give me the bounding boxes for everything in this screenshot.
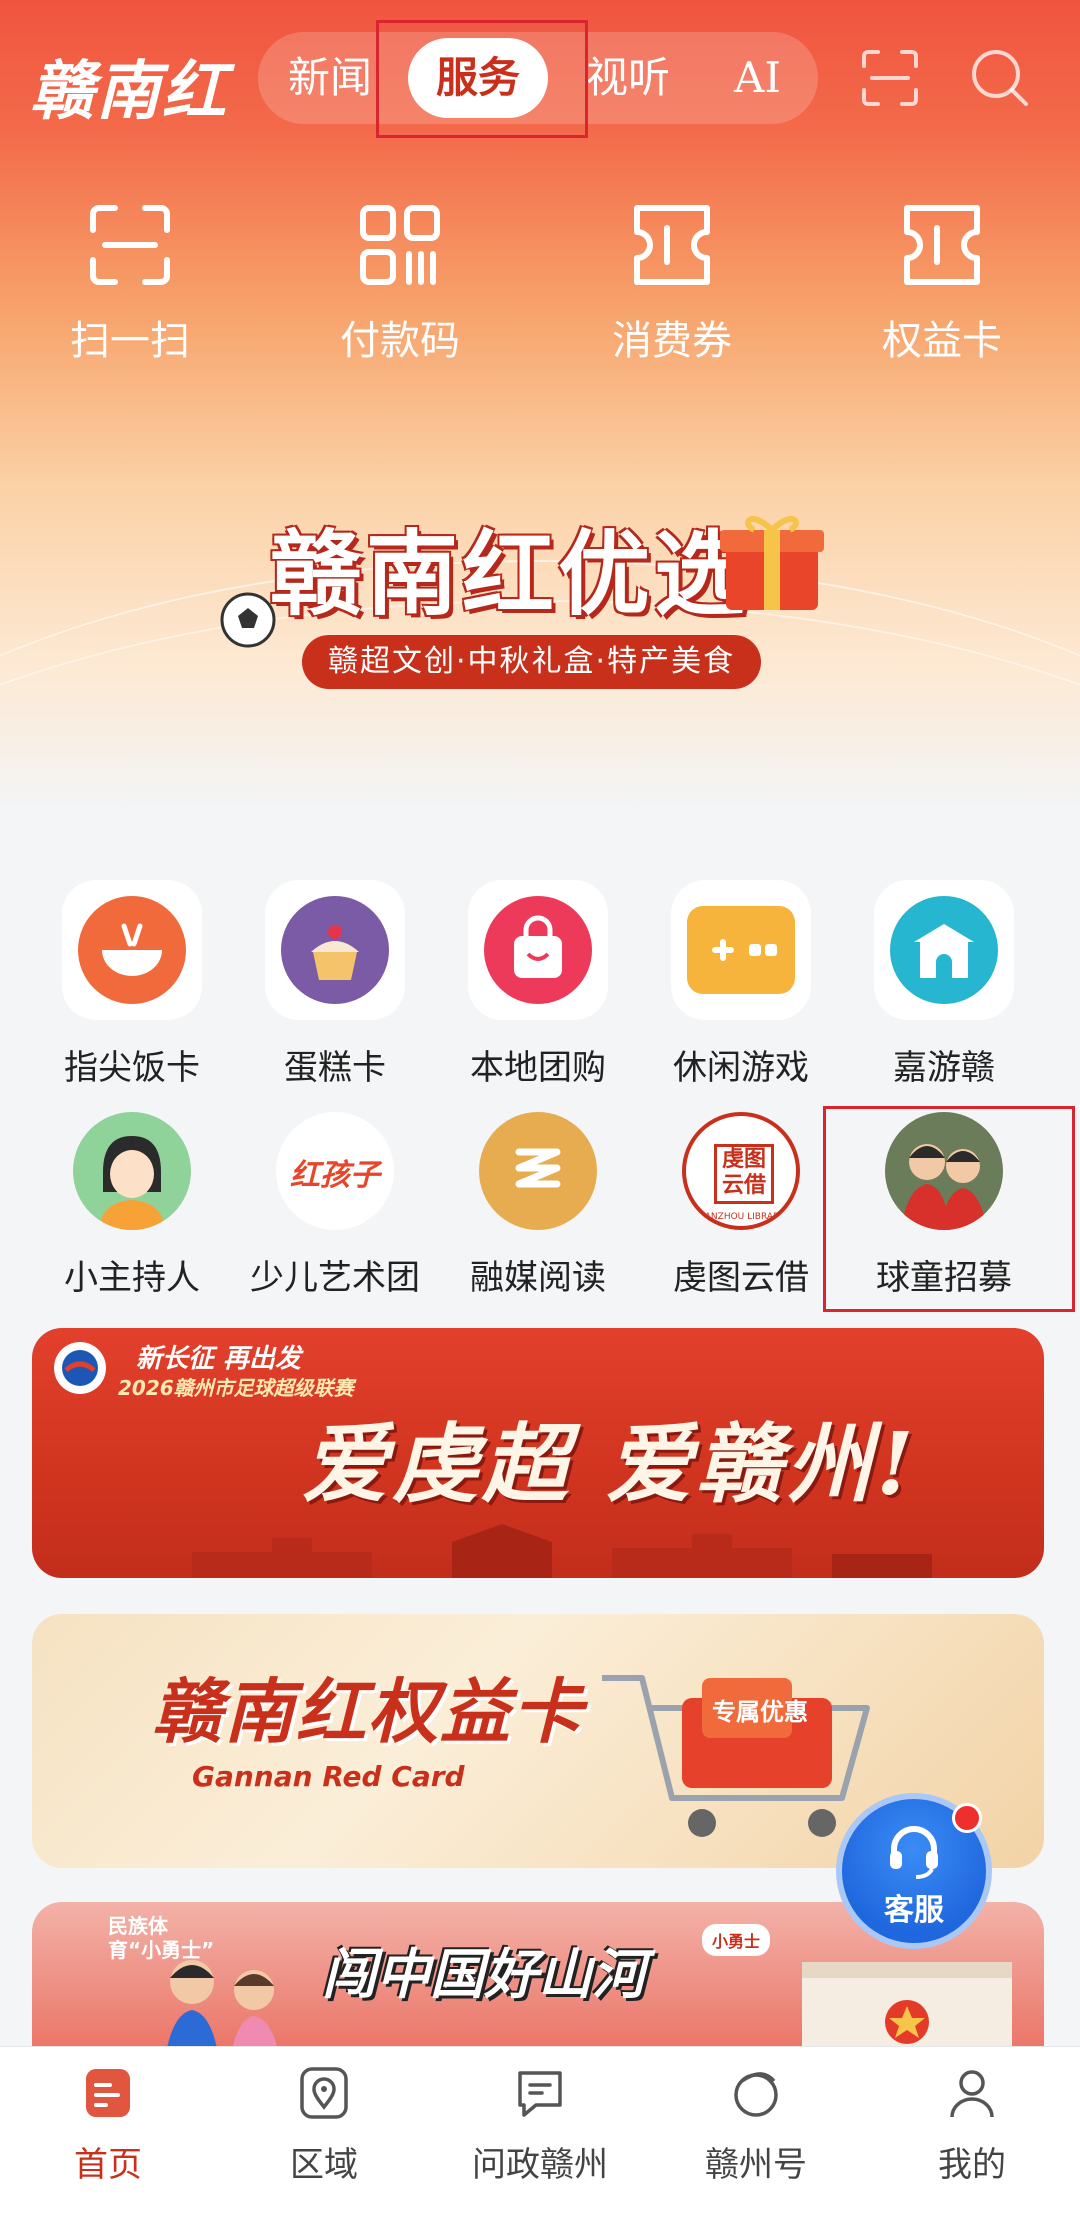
hero-area: 赣南红 新闻 服务 视听 AI 扫一扫 付款码 消费券 权益卡 赣南红优选 赣超…	[0, 0, 1080, 810]
banner-sub-text: Gannan Red Card	[192, 1760, 465, 1793]
highlight-box-ball-kid	[823, 1106, 1075, 1312]
tab-home[interactable]: 首页	[0, 2047, 216, 2186]
hero-banner-title[interactable]: 赣南红优选	[270, 500, 750, 633]
service-children-art-troupe[interactable]: 红孩子 少儿艺术团	[250, 1112, 420, 1299]
coupon-icon	[634, 205, 710, 285]
chat-icon	[518, 2071, 562, 2117]
home-icon	[86, 2069, 130, 2117]
qrcode-icon	[360, 205, 440, 285]
library-seal-icon: 虔图云借 GANZHOU LIBRARY	[682, 1112, 800, 1230]
hero-banner-subtitle: 赣超文创·中秋礼盒·特产美食	[302, 635, 762, 689]
banner-top-text: 新长征 再出发	[136, 1344, 302, 1374]
service-tile	[468, 880, 608, 1020]
service-label: 虔图云借	[673, 1258, 809, 1298]
service-tile	[265, 880, 405, 1020]
search-icon[interactable]	[968, 46, 1032, 110]
service-jia-you-gan[interactable]: 嘉游赣	[859, 880, 1029, 1089]
service-label: 本地团购	[470, 1048, 606, 1088]
tab-label: 区域	[290, 2145, 358, 2185]
service-tile	[874, 880, 1014, 1020]
red-kid-logo-icon: 红孩子	[276, 1112, 394, 1230]
notification-dot	[952, 1803, 982, 1833]
customer-service-button[interactable]: 客服	[836, 1793, 992, 1949]
tab-region[interactable]: 区域	[216, 2047, 432, 2186]
service-media-reading[interactable]: 融媒阅读	[453, 1112, 623, 1299]
banner-tag: 专属优惠	[712, 1698, 808, 1726]
shopping-bag-icon	[484, 896, 592, 1004]
banner-title: 赣南红权益卡	[152, 1671, 584, 1753]
bottom-tab-bar: 首页 区域 问政赣州 赣州号 我的	[0, 2046, 1080, 2214]
app-logo: 赣南红	[30, 54, 228, 129]
host-girl-icon	[73, 1112, 191, 1230]
scan-icon	[90, 205, 170, 285]
service-library-cloud-borrow[interactable]: 虔图云借 GANZHOU LIBRARY 虔图云借	[656, 1112, 826, 1299]
quick-action-label: 扫一扫	[70, 318, 190, 364]
tab-mine[interactable]: 我的	[864, 2047, 1080, 2186]
highlight-box-services-tab	[376, 20, 588, 138]
gate-icon	[890, 896, 998, 1004]
service-label: 蛋糕卡	[284, 1048, 386, 1088]
logo-text: 红孩子	[290, 1158, 380, 1193]
quick-action-payment-code[interactable]: 付款码	[310, 200, 490, 366]
service-little-host[interactable]: 小主持人	[47, 1112, 217, 1299]
gift-box-icon	[720, 516, 824, 610]
banner-badge: 小勇士	[702, 1924, 771, 1956]
service-tile	[671, 880, 811, 1020]
banner-title: 闯中国好山河	[322, 1943, 646, 2006]
quick-action-label: 权益卡	[882, 318, 1002, 364]
quick-action-scan[interactable]: 扫一扫	[40, 200, 220, 366]
location-icon	[300, 2067, 348, 2119]
quick-action-label: 付款码	[340, 318, 460, 364]
tab-label: 首页	[74, 2145, 142, 2185]
customer-service-label: 客服	[884, 1893, 944, 1928]
user-icon	[950, 2070, 994, 2118]
tab-inquiry-ganzhou[interactable]: 问政赣州	[432, 2047, 648, 2186]
shopping-cart-icon	[602, 1675, 870, 1837]
tab-audio-video[interactable]: 视听	[586, 32, 670, 124]
service-local-group-buy[interactable]: 本地团购	[453, 880, 623, 1089]
gamepad-icon	[687, 906, 795, 994]
tab-ganzhou-account[interactable]: 赣州号	[648, 2047, 864, 2186]
quick-action-benefit-card[interactable]: 权益卡	[852, 200, 1032, 366]
service-finger-meal-card[interactable]: 指尖饭卡	[47, 880, 217, 1089]
service-label: 嘉游赣	[893, 1048, 995, 1088]
service-cake-card[interactable]: 蛋糕卡	[250, 880, 420, 1089]
service-label: 休闲游戏	[673, 1048, 809, 1088]
ticket-icon	[904, 205, 980, 285]
tab-label: 问政赣州	[472, 2145, 608, 2185]
service-label: 指尖饭卡	[64, 1048, 200, 1088]
city-skyline-decoration	[192, 1524, 932, 1578]
quick-action-coupon[interactable]: 消费券	[582, 200, 762, 366]
seal-text: 虔图云借	[714, 1144, 774, 1204]
tab-label: 赣州号	[705, 2145, 807, 2185]
planet-icon	[734, 2072, 778, 2117]
tab-news[interactable]: 新闻	[288, 32, 372, 124]
service-label: 融媒阅读	[470, 1258, 606, 1298]
service-casual-games[interactable]: 休闲游戏	[656, 880, 826, 1089]
cake-icon	[281, 896, 389, 1004]
seal-ring-text: GANZHOU LIBRARY	[697, 1212, 785, 1222]
quick-action-label: 消费券	[612, 318, 732, 364]
service-tile	[62, 880, 202, 1020]
tab-ai[interactable]: AI	[734, 32, 781, 124]
scan-icon[interactable]	[858, 46, 922, 110]
football-icon	[220, 592, 276, 648]
ganzhou-super-league-banner[interactable]: 新长征 再出发 2026赣州市足球超级联赛 爱虔超 爱赣州!	[32, 1328, 1044, 1578]
league-logo-icon	[54, 1342, 106, 1394]
rice-bowl-icon	[78, 896, 186, 1004]
reading-icon	[479, 1112, 597, 1230]
service-label: 小主持人	[64, 1258, 200, 1298]
service-label: 少儿艺术团	[250, 1258, 420, 1298]
tab-label: 我的	[938, 2145, 1006, 2185]
headset-icon	[890, 1826, 938, 1879]
